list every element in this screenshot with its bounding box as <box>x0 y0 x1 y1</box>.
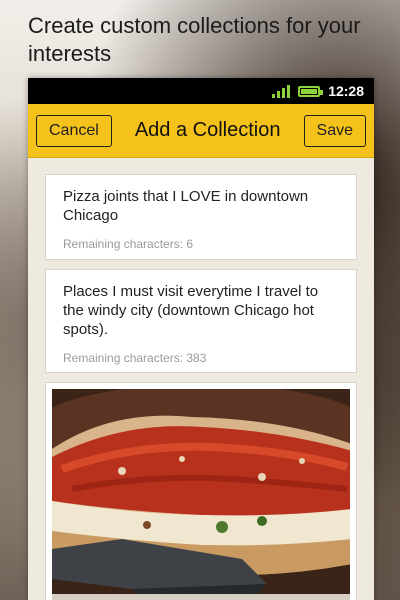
battery-icon <box>298 85 324 97</box>
signal-icon <box>272 84 291 98</box>
remaining-characters-description: Remaining characters: 383 <box>63 351 207 365</box>
promo-headline: Create custom collections for your inter… <box>28 13 361 66</box>
collection-name-text[interactable]: Pizza joints that I LOVE in downtown Chi… <box>63 187 340 225</box>
status-time: 12:28 <box>328 83 364 99</box>
collection-photo-card[interactable] <box>45 382 357 600</box>
collection-description-text[interactable]: Places I must visit everytime I travel t… <box>63 282 340 339</box>
status-bar: 12:28 <box>28 78 374 104</box>
page-title: Add a Collection <box>134 119 281 141</box>
collection-description-field[interactable]: Places I must visit everytime I travel t… <box>45 269 357 373</box>
cancel-button[interactable]: Cancel <box>36 114 112 147</box>
phone-screen: 12:28 Cancel Add a Collection Save Pizza… <box>28 78 374 600</box>
collection-name-field[interactable]: Pizza joints that I LOVE in downtown Chi… <box>45 174 357 260</box>
save-button[interactable]: Save <box>303 114 366 147</box>
remaining-characters-name: Remaining characters: 6 <box>63 237 194 251</box>
pizza-image <box>52 389 350 600</box>
collection-photo[interactable] <box>52 389 350 600</box>
action-bar: Cancel Add a Collection Save <box>28 104 374 158</box>
